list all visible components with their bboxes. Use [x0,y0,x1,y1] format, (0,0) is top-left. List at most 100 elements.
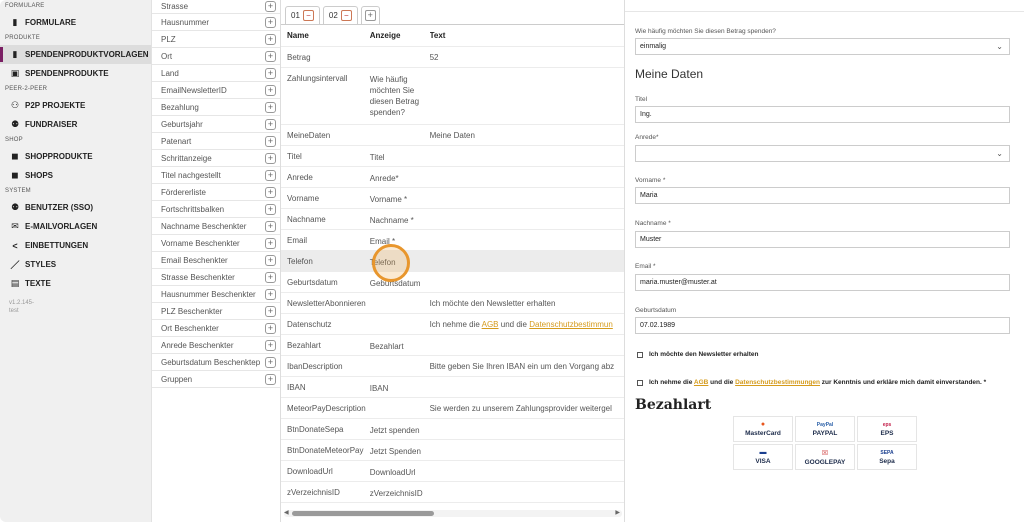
sidebar-item-einbettungen[interactable]: < EINBETTUNGEN [0,236,151,255]
add-field-button[interactable]: + [265,152,276,164]
geburtsdatum-input[interactable]: 07.02.1989 [635,317,1010,334]
field-display-label[interactable]: Bezahlart [370,341,430,352]
add-field-button[interactable]: + [265,33,276,45]
add-field-button[interactable]: + [265,220,276,232]
mapping-row-vorname[interactable]: Vorname Vorname * [281,188,624,209]
mapping-row-iban[interactable]: IBAN IBAN [281,377,624,398]
sidebar-item-benutzer[interactable]: ⚉ BENUTZER (SSO) [0,198,151,217]
field-text[interactable]: Sie werden zu unserem Zahlungsprovider w… [430,404,624,413]
consent-checkbox[interactable] [637,379,643,386]
sidebar-item-p2p-projekte[interactable]: ⚇ P2P PROJEKTE [0,96,151,115]
add-field-button[interactable]: + [265,50,276,62]
scrollbar-thumb[interactable] [292,511,434,516]
mapping-row-zahlungsintervall[interactable]: Zahlungsintervall Wie häufig möchten Sie … [281,68,624,125]
payment-sepa[interactable]: SEPA Sepa [857,444,917,470]
sidebar-item-texte[interactable]: ▤ TEXTE [0,274,151,293]
mapping-row-nachname[interactable]: Nachname Nachname * [281,209,624,230]
tab-step-01[interactable]: 01 − [285,6,320,24]
horizontal-scrollbar[interactable]: ◀ ▶ [284,510,622,517]
field-text[interactable]: 52 [430,53,624,62]
mapping-row-titel[interactable]: Titel Titel [281,146,624,167]
scroll-left-icon[interactable]: ◀ [284,509,289,516]
sidebar-item-styles[interactable]: ／ STYLES [0,255,151,274]
add-field-button[interactable]: + [265,237,276,249]
field-display-label[interactable]: zVerzeichnisID [370,488,430,499]
add-field-button[interactable]: + [265,356,276,368]
mapping-row-meteordesc[interactable]: MeteorPayDescription Sie werden zu unsere… [281,398,624,419]
add-field-button[interactable]: + [265,203,276,215]
field-display-label[interactable]: DownloadUrl [370,467,430,478]
add-field-button[interactable]: + [265,339,276,351]
field-text[interactable]: Ich möchte den Newsletter erhalten [430,299,624,308]
sidebar-item-emailvorlagen[interactable]: ✉ E-MAILVORLAGEN [0,217,151,236]
datenschutz-link[interactable]: Datenschutzbestimmun [529,320,613,329]
scroll-right-icon[interactable]: ▶ [615,509,620,516]
mapping-row-betrag[interactable]: Betrag 52 [281,47,624,68]
newsletter-checkbox[interactable] [637,351,643,358]
add-field-button[interactable]: + [265,118,276,130]
add-field-button[interactable]: + [265,373,276,385]
field-text[interactable]: Meine Daten [430,131,624,140]
mapping-row-ibandesc[interactable]: IbanDescription Bitte geben Sie Ihren IBA… [281,356,624,377]
tab-step-02[interactable]: 02 − [322,6,358,24]
sidebar-item-formulare[interactable]: ▮ FORMULARE [0,13,151,32]
payment-mastercard[interactable]: ● MasterCard [733,416,793,442]
add-step-tab[interactable]: + [360,6,380,24]
add-field-button[interactable]: + [265,322,276,334]
field-display-label[interactable]: Titel [370,152,430,163]
mapping-row-zverz[interactable]: zVerzeichnisID zVerzeichnisID [281,482,624,503]
payment-googlepay[interactable]: ☒ GOOGLEPAY [795,444,855,470]
mapping-row-anrede[interactable]: Anrede Anrede* [281,167,624,188]
payment-visa[interactable]: ▬ VISA [733,444,793,470]
frequency-select[interactable]: einmalig ⌄ [635,38,1010,55]
field-display-label[interactable]: Anrede* [370,173,430,184]
add-field-button[interactable]: + [265,1,276,12]
datenschutz-link[interactable]: Datenschutzbestimmungen [735,379,820,386]
field-display-label[interactable]: Vorname * [370,194,430,205]
add-field-button[interactable]: + [265,101,276,113]
agb-link[interactable]: AGB [482,320,499,329]
sidebar-item-fundraiser[interactable]: ⚉ FUNDRAISER [0,115,151,134]
field-display-label[interactable]: IBAN [370,383,430,394]
add-field-button[interactable]: + [265,135,276,147]
sidebar-item-spendenproduktvorlagen[interactable]: ▮ SPENDENPRODUKTVORLAGEN [0,45,151,64]
mapping-row-newsletter[interactable]: NewsletterAbonnieren Ich möchte den Newsl… [281,293,624,314]
field-display-label[interactable]: Wie häufig möchten Sie diesen Betrag spe… [370,74,430,118]
field-text[interactable]: Bitte geben Sie Ihren IBAN ein um den Vo… [430,362,624,371]
mapping-row-download[interactable]: DownloadUrl DownloadUrl [281,461,624,482]
field-display-label[interactable]: Jetzt Spenden [370,446,430,457]
add-field-button[interactable]: + [265,84,276,96]
mapping-row-bezahlart[interactable]: Bezahlart Bezahlart [281,335,624,356]
mapping-row-telefon[interactable]: Telefon Telefon [281,251,624,272]
add-field-button[interactable]: + [265,186,276,198]
payment-eps[interactable]: eps EPS [857,416,917,442]
add-field-button[interactable]: + [265,16,276,28]
field-text[interactable]: Ich nehme die AGB und die Datenschutzbes… [430,320,624,329]
newsletter-checkbox-row[interactable]: Ich möchte den Newsletter erhalten [637,351,758,358]
mapping-row-btnsepa[interactable]: BtnDonateSepa Jetzt spenden [281,419,624,440]
mapping-row-datenschutz[interactable]: Datenschutz Ich nehme die AGB und die Dat… [281,314,624,335]
add-field-button[interactable]: + [265,305,276,317]
field-display-label[interactable]: Jetzt spenden [370,425,430,436]
titel-input[interactable]: Ing. [635,106,1010,123]
sidebar-item-shops[interactable]: ◼ SHOPS [0,166,151,185]
add-field-button[interactable]: + [265,254,276,266]
agb-link[interactable]: AGB [694,379,708,386]
add-field-button[interactable]: + [265,271,276,283]
mapping-row-btnmeteor[interactable]: BtnDonateMeteorPay Jetzt Spenden [281,440,624,461]
vorname-input[interactable]: Maria [635,187,1010,204]
add-step-button[interactable]: + [364,10,376,21]
consent-checkbox-row[interactable]: Ich nehme die AGB und die Datenschutzbes… [637,379,986,386]
add-field-button[interactable]: + [265,288,276,300]
payment-paypal[interactable]: PayPal PAYPAL [795,416,855,442]
email-input[interactable]: maria.muster@muster.at [635,274,1010,291]
mapping-row-email[interactable]: Email Email * [281,230,624,251]
anrede-select[interactable]: ⌄ [635,145,1010,162]
add-field-button[interactable]: + [265,169,276,181]
remove-step-button[interactable]: − [302,10,314,21]
nachname-input[interactable]: Muster [635,231,1010,248]
sidebar-item-spendenprodukte[interactable]: ▣ SPENDENPRODUKTE [0,64,151,83]
add-field-button[interactable]: + [265,67,276,79]
sidebar-item-shopprodukte[interactable]: ◼ SHOPPRODUKTE [0,147,151,166]
field-display-label[interactable]: Nachname * [370,215,430,226]
